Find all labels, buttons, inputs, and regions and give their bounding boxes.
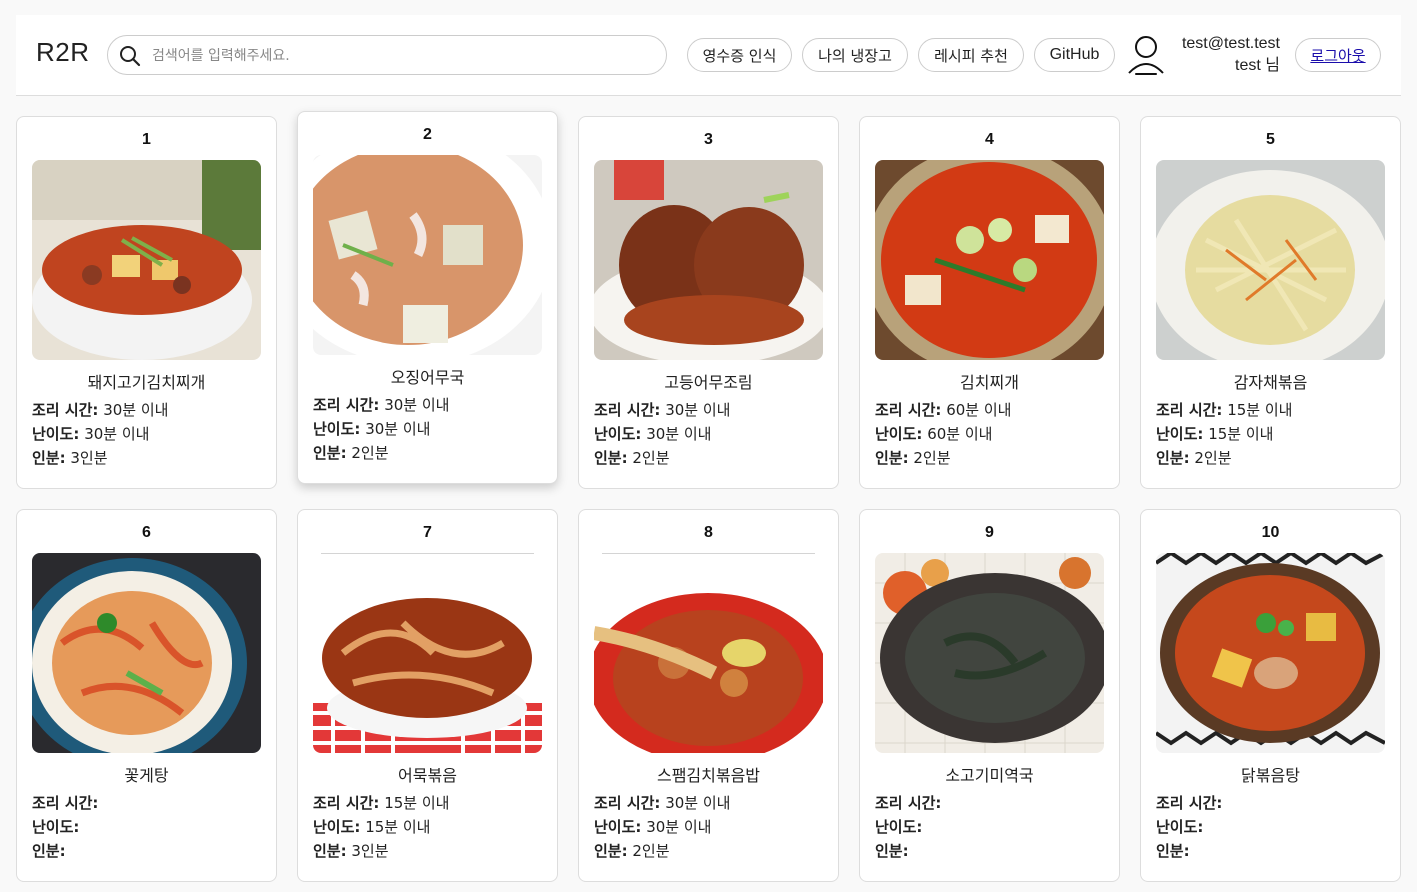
recipe-time: 조리 시간: 30분 이내: [594, 794, 731, 812]
recipe-title: 스팸김치볶음밥: [656, 766, 761, 785]
recipe-time: 조리 시간: 30분 이내: [313, 396, 450, 414]
recipe-servings: 인분: 2인분: [875, 449, 951, 467]
recipe-difficulty: 난이도:: [875, 818, 923, 836]
top-header: R2R 영수증 인식 나의 냉장고 레시피 추천 GitHub test@tes…: [16, 15, 1401, 96]
recipe-card[interactable]: 1 돼지고기김치찌개 조리 시간: 30분 이내 난이도: 30분 이내 인분:…: [16, 116, 277, 489]
recipe-title: 감자채볶음: [1233, 373, 1308, 392]
recipe-servings: 인분: 2인분: [313, 444, 389, 462]
recipe-number: 3: [704, 131, 713, 148]
recipe-difficulty: 난이도: 15분 이내: [1156, 425, 1274, 443]
recipe-image[interactable]: [875, 553, 1104, 753]
recipe-title: 닭볶음탕: [1241, 766, 1300, 785]
recipe-recommend-button[interactable]: 레시피 추천: [918, 38, 1024, 72]
recipe-image[interactable]: [594, 160, 823, 360]
recipe-number: 5: [1266, 131, 1275, 148]
recipe-image[interactable]: [32, 553, 261, 753]
recipe-time: 조리 시간: 15분 이내: [313, 794, 450, 812]
recipe-difficulty: 난이도: 60분 이내: [875, 425, 993, 443]
recipe-servings: 인분:: [875, 842, 909, 860]
recipe-difficulty: 난이도: 15분 이내: [313, 818, 431, 836]
recipe-servings: 인분: 3인분: [32, 449, 108, 467]
recipe-servings: 인분: 2인분: [594, 449, 670, 467]
search-icon[interactable]: [118, 44, 142, 68]
recipe-card[interactable]: 3 고등어무조림 조리 시간: 30분 이내 난이도: 30분 이내 인분: 2…: [578, 116, 839, 489]
recipe-servings: 인분: 3인분: [313, 842, 389, 860]
search-input[interactable]: [152, 45, 652, 67]
recipe-card[interactable]: 2 오징어무국 조리 시간: 30분 이내 난이도: 30분 이내 인분: 2인…: [297, 111, 558, 484]
recipe-card[interactable]: 9 소고기미역국 조리 시간: 난이도: 인분:: [859, 509, 1120, 882]
recipe-difficulty: 난이도: 30분 이내: [594, 425, 712, 443]
recipe-time: 조리 시간:: [875, 794, 942, 812]
recipe-number: 7: [423, 524, 432, 541]
recipe-difficulty: 난이도: 30분 이내: [313, 420, 431, 438]
recipe-difficulty: 난이도:: [32, 818, 80, 836]
logout-button[interactable]: 로그아웃: [1295, 38, 1381, 72]
recipe-number: 6: [142, 524, 151, 541]
app-logo[interactable]: R2R: [36, 37, 90, 68]
github-button[interactable]: GitHub: [1034, 38, 1115, 72]
search-bar[interactable]: [107, 35, 667, 75]
recipe-card[interactable]: 7 어묵볶음 조리 시간: 15분 이내 난이도: 15분 이내 인분: 3인분: [297, 509, 558, 882]
recipe-title: 소고기미역국: [945, 766, 1034, 785]
recipe-time: 조리 시간:: [32, 794, 99, 812]
recipe-image[interactable]: [1156, 160, 1385, 360]
recipe-title: 돼지고기김치찌개: [87, 373, 206, 392]
recipe-number: 9: [985, 524, 994, 541]
recipe-card[interactable]: 5 감자채볶음 조리 시간: 15분 이내 난이도: 15분 이내 인분: 2인…: [1140, 116, 1401, 489]
recipe-title: 어묵볶음: [398, 766, 457, 785]
recipe-servings: 인분:: [32, 842, 66, 860]
recipe-image[interactable]: [32, 160, 261, 360]
user-name: test 님: [1235, 57, 1280, 74]
recipe-time: 조리 시간: 15분 이내: [1156, 401, 1293, 419]
recipe-card[interactable]: 6 꽃게탕 조리 시간: 난이도: 인분:: [16, 509, 277, 882]
user-email: test@test.test: [1181, 35, 1280, 52]
user-avatar-icon[interactable]: [1127, 33, 1165, 77]
recipe-card[interactable]: 4 김치찌개 조리 시간: 60분 이내 난이도: 60분 이내 인분: 2인분: [859, 116, 1120, 489]
recipe-servings: 인분: 2인분: [594, 842, 670, 860]
recipe-number: 2: [423, 126, 432, 143]
recipe-difficulty: 난이도:: [1156, 818, 1204, 836]
recipe-number: 4: [985, 131, 994, 148]
recipe-card[interactable]: 10 닭볶음탕 조리 시간: 난이도: 인분:: [1140, 509, 1401, 882]
recipe-difficulty: 난이도: 30분 이내: [594, 818, 712, 836]
receipt-recognition-button[interactable]: 영수증 인식: [687, 38, 792, 72]
user-info: test@test.test test 님: [1166, 33, 1280, 77]
recipe-time: 조리 시간: 30분 이내: [594, 401, 731, 419]
recipe-servings: 인분:: [1156, 842, 1190, 860]
recipe-card[interactable]: 8 스팸김치볶음밥 조리 시간: 30분 이내 난이도: 30분 이내 인분: …: [578, 509, 839, 882]
recipe-time: 조리 시간: 60분 이내: [875, 401, 1012, 419]
recipe-difficulty: 난이도: 30분 이내: [32, 425, 150, 443]
recipe-number: 10: [1261, 524, 1280, 541]
my-fridge-button[interactable]: 나의 냉장고: [802, 38, 908, 72]
recipe-image[interactable]: [594, 553, 823, 753]
recipe-title: 고등어무조림: [664, 373, 753, 392]
recipe-image[interactable]: [1156, 553, 1385, 753]
recipe-number: 1: [142, 131, 151, 148]
recipe-title: 김치찌개: [960, 373, 1019, 392]
recipe-image[interactable]: [313, 155, 542, 355]
recipe-title: 꽃게탕: [124, 766, 169, 785]
recipe-title: 오징어무국: [390, 368, 465, 387]
recipe-image[interactable]: [313, 553, 542, 753]
recipe-time: 조리 시간:: [1156, 794, 1223, 812]
recipe-image[interactable]: [875, 160, 1104, 360]
recipe-grid: 1 돼지고기김치찌개 조리 시간: 30분 이내 난이도: 30분 이내 인분:…: [16, 111, 1401, 892]
recipe-number: 8: [704, 524, 713, 541]
recipe-time: 조리 시간: 30분 이내: [32, 401, 169, 419]
recipe-servings: 인분: 2인분: [1156, 449, 1232, 467]
